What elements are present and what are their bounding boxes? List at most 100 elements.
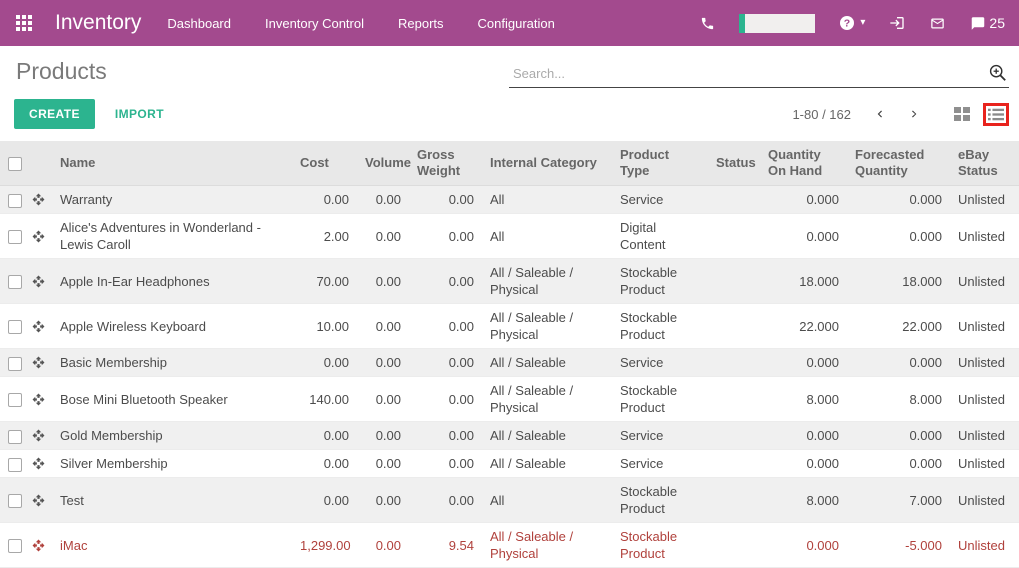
- cell-quantity-on-hand: 18.000: [760, 258, 847, 304]
- pager-next-button[interactable]: [901, 105, 927, 123]
- cell-quantity-on-hand: 0.000: [760, 185, 847, 214]
- planner-progress-bar[interactable]: [739, 13, 816, 33]
- drag-handle[interactable]: [30, 421, 52, 450]
- column-header-product-type[interactable]: Product Type: [612, 141, 708, 186]
- chevron-left-icon: [877, 110, 882, 118]
- product-row[interactable]: Apple Wireless Keyboard 10.00 0.00 0.00 All …: [0, 303, 1019, 349]
- help-menu-button[interactable]: ? ▾: [839, 15, 865, 31]
- drag-handle-icon: [32, 429, 45, 442]
- kanban-view-button[interactable]: [951, 104, 973, 124]
- cell-name: Apple Wireless Keyboard: [52, 303, 292, 349]
- column-header-name[interactable]: Name: [52, 141, 292, 186]
- product-row[interactable]: Alice's Adventures in Wonderland - Lewis…: [0, 213, 1019, 259]
- row-select-cell: [0, 185, 30, 214]
- cell-name: Warranty: [52, 185, 292, 214]
- cell-name: Test: [52, 477, 292, 523]
- cell-status: [708, 449, 760, 478]
- drag-handle[interactable]: [30, 348, 52, 377]
- product-row[interactable]: Bose Mini Bluetooth Speaker 140.00 0.00 0.0…: [0, 376, 1019, 422]
- column-header-quantity-on-hand[interactable]: Quantity On Hand: [760, 141, 847, 186]
- planner-progress-fill: [739, 13, 746, 33]
- search-input[interactable]: [511, 64, 989, 82]
- row-checkbox[interactable]: [8, 275, 22, 290]
- drag-handle[interactable]: [30, 477, 52, 523]
- pager-previous-button[interactable]: [867, 105, 893, 123]
- row-checkbox[interactable]: [8, 193, 22, 208]
- cell-volume: 0.00: [357, 303, 409, 349]
- app-title[interactable]: Inventory: [55, 11, 141, 35]
- phone-icon: [702, 17, 714, 29]
- search-box: [509, 60, 1009, 88]
- column-header-gross-weight[interactable]: Gross Weight: [409, 141, 482, 186]
- cell-status: [708, 376, 760, 422]
- column-header-internal-category[interactable]: Internal Category: [482, 141, 612, 186]
- product-row[interactable]: Basic Membership 0.00 0.00 0.00 All / Saleab…: [0, 348, 1019, 377]
- cell-status: [708, 258, 760, 304]
- row-checkbox[interactable]: [8, 494, 22, 509]
- nav-item-dashboard[interactable]: Dashboard: [167, 16, 231, 31]
- apps-menu-button[interactable]: [0, 14, 49, 32]
- row-checkbox[interactable]: [8, 539, 22, 554]
- apps-grid-icon: [16, 14, 32, 31]
- cell-volume: 0.00: [357, 213, 409, 259]
- product-row[interactable]: Silver Membership 0.00 0.00 0.00 All / Salea…: [0, 449, 1019, 478]
- cell-gross-weight: 0.00: [409, 348, 482, 377]
- import-button[interactable]: IMPORT: [109, 106, 170, 122]
- cell-internal-category: All: [482, 213, 612, 259]
- column-header-ebay-status[interactable]: eBay Status: [950, 141, 1019, 186]
- product-row[interactable]: Apple In-Ear Headphones 70.00 0.00 0.00 All …: [0, 258, 1019, 304]
- row-select-cell: [0, 477, 30, 523]
- cell-volume: 0.00: [357, 376, 409, 422]
- row-checkbox[interactable]: [8, 457, 22, 472]
- cell-product-type: Service: [612, 449, 708, 478]
- column-header-forecasted-quantity[interactable]: Forecasted Quantity: [847, 141, 950, 186]
- product-row[interactable]: Test 0.00 0.00 0.00 All Stockable Product 8.00…: [0, 477, 1019, 523]
- cell-status: [708, 303, 760, 349]
- column-header-cost[interactable]: Cost: [292, 141, 357, 186]
- row-checkbox[interactable]: [8, 230, 22, 245]
- row-checkbox[interactable]: [8, 393, 22, 408]
- cell-gross-weight: 0.00: [409, 185, 482, 214]
- product-row[interactable]: Warranty 0.00 0.00 0.00 All Service 0.000 0.000…: [0, 185, 1019, 214]
- zoom-search-icon[interactable]: [989, 64, 1007, 82]
- row-checkbox[interactable]: [8, 356, 22, 371]
- phone-button[interactable]: [700, 16, 715, 31]
- list-view-button[interactable]: [983, 102, 1009, 126]
- cell-ebay-status: Unlisted: [950, 185, 1019, 214]
- sign-in-button[interactable]: [889, 15, 905, 31]
- cell-internal-category: All / Saleable: [482, 449, 612, 478]
- cell-forecasted-quantity: 8.000: [847, 376, 950, 422]
- drag-handle[interactable]: [30, 185, 52, 214]
- row-checkbox[interactable]: [8, 429, 22, 444]
- cell-name: Silver Membership: [52, 449, 292, 478]
- table-header-row: Name Cost Volume Gross Weight Internal Categ…: [0, 141, 1019, 186]
- create-button[interactable]: CREATE: [14, 99, 95, 129]
- nav-item-configuration[interactable]: Configuration: [478, 16, 555, 31]
- row-checkbox[interactable]: [8, 320, 22, 335]
- messages-button[interactable]: [929, 16, 946, 31]
- nav-item-inventory-control[interactable]: Inventory Control: [265, 16, 364, 31]
- cell-volume: 0.00: [357, 449, 409, 478]
- control-panel: Products CREATE IMPORT 1-80 / 162: [0, 46, 1019, 129]
- chat-button[interactable]: 25: [970, 15, 1005, 31]
- cell-product-type: Service: [612, 348, 708, 377]
- product-row[interactable]: Gold Membership 0.00 0.00 0.00 All / Saleabl…: [0, 421, 1019, 450]
- row-select-cell: [0, 348, 30, 377]
- cell-cost: 0.00: [292, 421, 357, 450]
- cell-volume: 0.00: [357, 258, 409, 304]
- cell-ebay-status: Unlisted: [950, 376, 1019, 422]
- cell-cost: 0.00: [292, 185, 357, 214]
- select-all-checkbox[interactable]: [8, 156, 22, 171]
- drag-handle[interactable]: [30, 303, 52, 349]
- cell-product-type: Service: [612, 421, 708, 450]
- cell-forecasted-quantity: 7.000: [847, 477, 950, 523]
- column-header-status[interactable]: Status: [708, 141, 760, 186]
- nav-item-reports[interactable]: Reports: [398, 16, 444, 31]
- cell-forecasted-quantity: 22.000: [847, 303, 950, 349]
- drag-handle[interactable]: [30, 213, 52, 259]
- cell-ebay-status: Unlisted: [950, 258, 1019, 304]
- column-header-volume[interactable]: Volume: [357, 141, 411, 186]
- drag-handle[interactable]: [30, 376, 52, 422]
- drag-handle[interactable]: [30, 449, 52, 478]
- drag-handle[interactable]: [30, 258, 52, 304]
